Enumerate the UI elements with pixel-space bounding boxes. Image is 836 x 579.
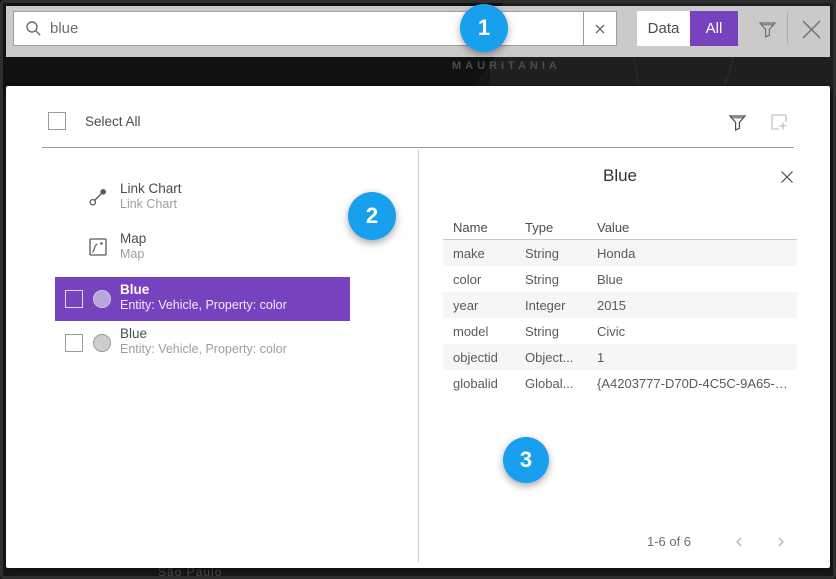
search-box	[13, 11, 617, 46]
entity-circle-icon	[93, 334, 111, 352]
close-icon	[800, 18, 823, 41]
cell-value: Honda	[597, 246, 797, 261]
column-name: Name	[453, 220, 525, 235]
table-row: make String Honda	[443, 240, 797, 266]
clear-search-button[interactable]	[583, 12, 616, 45]
pagination-label: 1-6 of 6	[626, 534, 712, 549]
cell-type: Object...	[525, 350, 597, 365]
callout-3: 3	[503, 437, 549, 483]
add-selection-icon	[770, 113, 789, 132]
search-filter-button[interactable]	[752, 14, 782, 44]
callout-2: 2	[348, 192, 396, 240]
detail-close-button[interactable]	[776, 166, 798, 188]
column-value: Value	[597, 220, 797, 235]
cell-name: year	[453, 298, 525, 313]
link-chart-icon	[88, 187, 108, 207]
item-checkbox[interactable]	[65, 334, 83, 352]
detail-title: Blue	[443, 166, 797, 186]
column-type: Type	[525, 220, 597, 235]
cell-value: 2015	[597, 298, 797, 313]
cell-name: objectid	[453, 350, 525, 365]
scope-option-data[interactable]: Data	[637, 11, 690, 46]
cell-name: globalid	[453, 376, 525, 391]
cell-value: Blue	[597, 272, 797, 287]
add-to-selection-button[interactable]	[766, 109, 792, 135]
callout-1: 1	[460, 4, 508, 52]
close-search-button[interactable]	[796, 14, 826, 44]
select-all-checkbox[interactable]	[48, 112, 66, 130]
map-label-mauritania: MAURITANIA	[452, 60, 561, 72]
scope-toggle: Data All	[637, 11, 738, 46]
item-title: Link Chart	[120, 181, 182, 197]
cell-name: color	[453, 272, 525, 287]
table-row: objectid Object... 1	[443, 344, 797, 370]
panel-header-divider	[42, 147, 794, 148]
app-screenshot: WESTERN MAURITANIA São Paulo Data All	[0, 0, 836, 579]
select-all-label: Select All	[85, 114, 141, 129]
cell-name: make	[453, 246, 525, 261]
funnel-icon	[758, 20, 777, 39]
table-row: year Integer 2015	[443, 292, 797, 318]
list-item-link-chart[interactable]: Link Chart Link Chart	[120, 181, 182, 212]
prev-page-button[interactable]	[729, 532, 749, 552]
cell-value: 1	[597, 350, 797, 365]
search-toolbar: Data All	[6, 6, 830, 57]
list-item-blue-selected[interactable]: Blue Entity: Vehicle, Property: color	[55, 277, 350, 321]
chevron-right-icon	[774, 535, 788, 549]
cell-type: String	[525, 272, 597, 287]
chevron-left-icon	[732, 535, 746, 549]
item-subtitle: Entity: Vehicle, Property: color	[120, 342, 287, 357]
item-title: Blue	[120, 326, 287, 342]
cell-value: {A4203777-D70D-4C5C-9A65-C...	[597, 376, 797, 391]
list-item-blue[interactable]: Blue Entity: Vehicle, Property: color	[120, 326, 287, 357]
search-results-panel: Select All Link Chart Link Chart	[6, 86, 830, 568]
results-filter-button[interactable]	[724, 109, 750, 135]
list-item-map[interactable]: Map Map	[120, 231, 146, 262]
item-subtitle: Link Chart	[120, 197, 182, 212]
close-small-icon	[593, 22, 607, 36]
item-title: Blue	[120, 282, 287, 298]
cell-type: String	[525, 324, 597, 339]
item-checkbox[interactable]	[65, 290, 83, 308]
table-header: Name Type Value	[443, 216, 797, 240]
item-subtitle: Entity: Vehicle, Property: color	[120, 298, 287, 313]
cell-type: Global...	[525, 376, 597, 391]
item-subtitle: Map	[120, 247, 146, 262]
cell-type: Integer	[525, 298, 597, 313]
table-row: color String Blue	[443, 266, 797, 292]
table-row: model String Civic	[443, 318, 797, 344]
entity-circle-icon	[93, 290, 111, 308]
cell-value: Civic	[597, 324, 797, 339]
map-icon	[88, 237, 108, 257]
toolbar-divider	[787, 13, 788, 44]
funnel-icon	[728, 113, 747, 132]
item-title: Map	[120, 231, 146, 247]
attribute-table: Name Type Value make String Honda color …	[443, 216, 797, 396]
cell-type: String	[525, 246, 597, 261]
search-icon	[25, 20, 42, 37]
table-row: globalid Global... {A4203777-D70D-4C5C-9…	[443, 370, 797, 396]
item-text: Blue Entity: Vehicle, Property: color	[120, 282, 287, 313]
cell-name: model	[453, 324, 525, 339]
next-page-button[interactable]	[771, 532, 791, 552]
list-detail-divider	[418, 150, 419, 562]
close-icon	[779, 169, 795, 185]
scope-option-all[interactable]: All	[690, 11, 738, 46]
